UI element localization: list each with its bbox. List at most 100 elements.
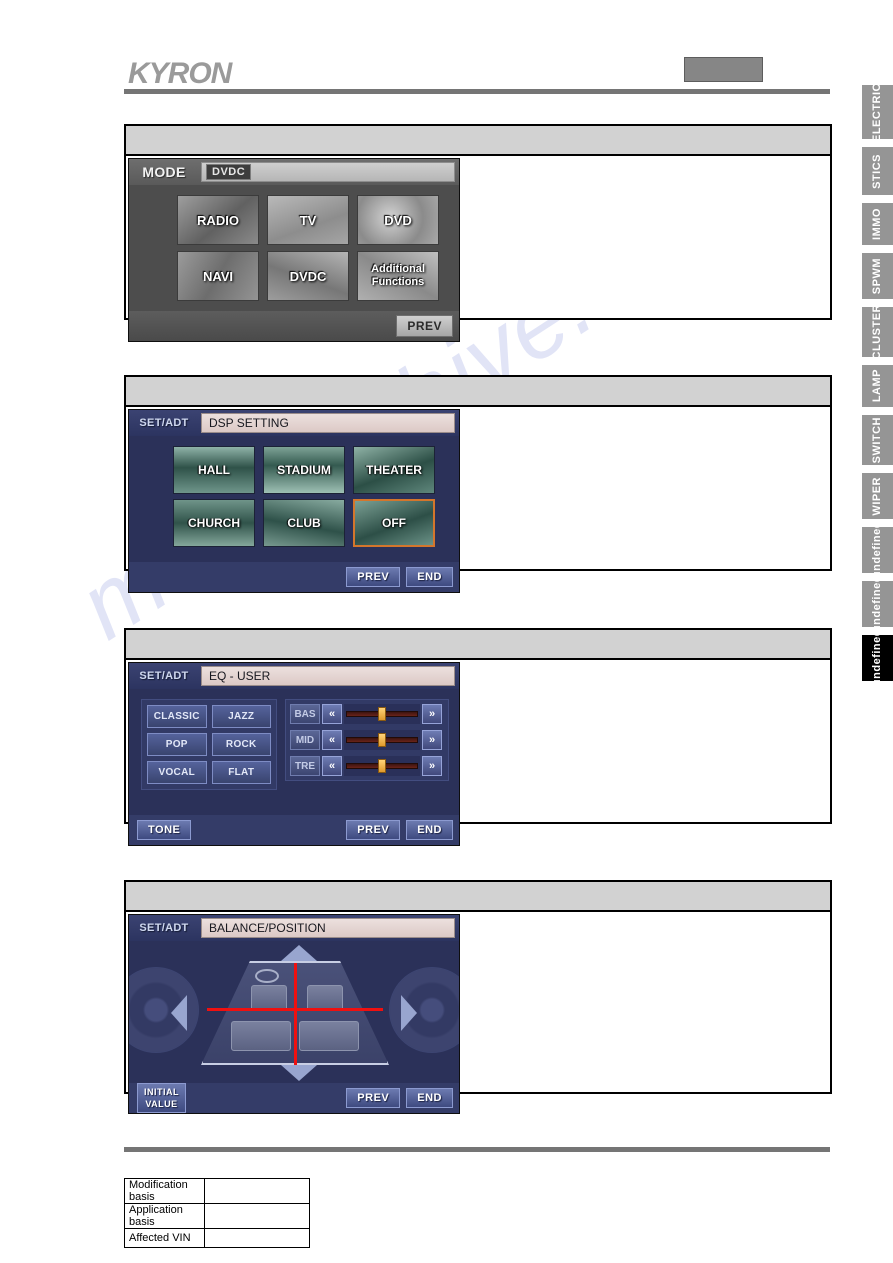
side-tab-undefined-10[interactable]: undefined xyxy=(862,629,893,687)
block-body: SET/ADT EQ - USER CLASSIC JAZZ POP ROCK … xyxy=(124,660,832,846)
screen-footer: TONE PREV END xyxy=(129,815,459,845)
side-tab-electric-0[interactable]: ELECTRIC xyxy=(862,82,893,142)
screen-field: DVDC xyxy=(201,162,455,182)
mode-tile-additional-functions[interactable]: Additional Functions xyxy=(357,251,439,301)
mode-tile-tv[interactable]: TV xyxy=(267,195,349,245)
screen-field: EQ - USER xyxy=(201,666,455,686)
mode-tile-radio[interactable]: RADIO xyxy=(177,195,259,245)
radio-screen-dsp: SET/ADT DSP SETTING HALL STADIUM THEATER… xyxy=(128,409,460,593)
eq-preset-rock[interactable]: ROCK xyxy=(211,733,271,756)
side-tab-immo-2[interactable]: IMMO xyxy=(862,203,893,245)
decrement-icon[interactable]: « xyxy=(322,704,342,724)
screen-tag: MODE xyxy=(142,164,186,180)
increment-icon[interactable]: » xyxy=(422,756,442,776)
screen-main: RADIO TV DVD NAVI DVDC Additional Functi… xyxy=(129,185,459,311)
up-arrow-icon[interactable] xyxy=(281,945,317,961)
side-tab-label: undefined xyxy=(871,575,883,633)
increment-icon[interactable]: » xyxy=(422,704,442,724)
mode-tile-dvd[interactable]: DVD xyxy=(357,195,439,245)
initial-value-button[interactable]: INITIAL VALUE xyxy=(137,1083,186,1113)
screen-tag: SET/ADT xyxy=(139,922,189,934)
block-caption xyxy=(124,628,832,660)
seat-rear-left xyxy=(231,1021,291,1051)
end-button[interactable]: END xyxy=(406,567,453,587)
eq-preset-jazz[interactable]: JAZZ xyxy=(211,705,271,728)
eq-slider-track[interactable] xyxy=(344,730,420,750)
left-arrow-icon[interactable] xyxy=(171,995,187,1031)
block-body: SET/ADT BALANCE/POSITION INITIAL VALUE P… xyxy=(124,912,832,1114)
side-tab-label: CLUSTER xyxy=(871,304,883,360)
prev-button[interactable]: PREV xyxy=(346,1088,401,1108)
side-tab-label: ELECTRIC xyxy=(871,82,883,142)
footer-buttons: PREV END xyxy=(346,1088,453,1108)
side-tab-spwm-3[interactable]: SPWM xyxy=(862,253,893,299)
eq-preset-pop[interactable]: POP xyxy=(147,733,207,756)
steering-wheel-icon xyxy=(255,969,279,983)
eq-slider-track[interactable] xyxy=(344,704,420,724)
screen-titlebar: SET/ADT EQ - USER xyxy=(129,663,459,689)
side-tab-wiper-7[interactable]: WIPER xyxy=(862,473,893,519)
mode-tile-navi[interactable]: NAVI xyxy=(177,251,259,301)
dsp-tile-club[interactable]: CLUB xyxy=(263,499,345,547)
dsp-tile-grid: HALL STADIUM THEATER CHURCH CLUB OFF xyxy=(173,446,435,547)
header-gray-box xyxy=(684,57,763,82)
eq-slider-treble: TRE « » xyxy=(290,756,444,776)
eq-preset-classic[interactable]: CLASSIC xyxy=(147,705,207,728)
eq-slider-thumb[interactable] xyxy=(378,707,386,721)
side-tab-undefined-8[interactable]: undefined xyxy=(862,521,893,579)
dsp-tile-church[interactable]: CHURCH xyxy=(173,499,255,547)
dsp-tile-theater[interactable]: THEATER xyxy=(353,446,435,494)
side-tab-label: LAMP xyxy=(871,369,883,403)
screen-field: DSP SETTING xyxy=(201,413,455,433)
side-tab-lamp-5[interactable]: LAMP xyxy=(862,365,893,407)
eq-preset-flat[interactable]: FLAT xyxy=(211,761,271,784)
screen-footer: PREV END xyxy=(129,562,459,592)
dsp-tile-hall[interactable]: HALL xyxy=(173,446,255,494)
screen-tag: SET/ADT xyxy=(139,417,189,429)
down-arrow-icon[interactable] xyxy=(281,1065,317,1081)
prev-button[interactable]: PREV xyxy=(346,567,401,587)
screen-footer: PREV xyxy=(129,311,459,341)
dsp-tile-off[interactable]: OFF xyxy=(353,499,435,547)
right-arrow-icon[interactable] xyxy=(401,995,417,1031)
content-block-eq: SET/ADT EQ - USER CLASSIC JAZZ POP ROCK … xyxy=(124,628,832,846)
eq-slider-thumb[interactable] xyxy=(378,733,386,747)
eq-slider-thumb[interactable] xyxy=(378,759,386,773)
side-tab-label: undefined xyxy=(871,629,883,687)
mode-tile-grid: RADIO TV DVD NAVI DVDC Additional Functi… xyxy=(177,195,439,301)
block-caption xyxy=(124,124,832,156)
mode-tile-dvdc[interactable]: DVDC xyxy=(267,251,349,301)
eq-preset-vocal[interactable]: VOCAL xyxy=(147,761,207,784)
eq-preset-group: CLASSIC JAZZ POP ROCK VOCAL FLAT xyxy=(141,699,277,790)
side-tab-cluster-4[interactable]: CLUSTER xyxy=(862,304,893,360)
side-tab-label: undefined xyxy=(871,521,883,579)
footer-left-buttons: TONE xyxy=(137,820,192,840)
screen-tag: SET/ADT xyxy=(139,670,189,682)
side-tab-switch-6[interactable]: SWITCH xyxy=(862,415,893,465)
side-tab-stics-1[interactable]: STICS xyxy=(862,147,893,195)
side-tab-undefined-9[interactable]: undefined xyxy=(862,575,893,633)
decrement-icon[interactable]: « xyxy=(322,730,342,750)
end-button[interactable]: END xyxy=(406,1088,453,1108)
kyron-logo: KYRON xyxy=(128,57,232,90)
meta-value[interactable] xyxy=(204,1178,310,1204)
dsp-tile-stadium[interactable]: STADIUM xyxy=(263,446,345,494)
decrement-icon[interactable]: « xyxy=(322,756,342,776)
screen-field: BALANCE/POSITION xyxy=(201,918,455,938)
tone-button[interactable]: TONE xyxy=(137,820,192,840)
right-speaker-icon xyxy=(389,967,459,1053)
side-tab-label: SWITCH xyxy=(871,416,883,464)
side-tab-label: WIPER xyxy=(871,476,883,516)
increment-icon[interactable]: » xyxy=(422,730,442,750)
meta-value[interactable] xyxy=(204,1228,310,1248)
eq-slider-label: MID xyxy=(290,730,320,750)
block-caption xyxy=(124,880,832,912)
side-tab-label: IMMO xyxy=(871,208,883,240)
meta-value[interactable] xyxy=(204,1203,310,1229)
block-body: MODE DVDC RADIO TV DVD NAVI DVDC Additio… xyxy=(124,156,832,342)
prev-button[interactable]: PREV xyxy=(346,820,401,840)
footer-buttons: PREV xyxy=(396,315,453,337)
end-button[interactable]: END xyxy=(406,820,453,840)
prev-button[interactable]: PREV xyxy=(396,315,453,337)
eq-slider-track[interactable] xyxy=(344,756,420,776)
